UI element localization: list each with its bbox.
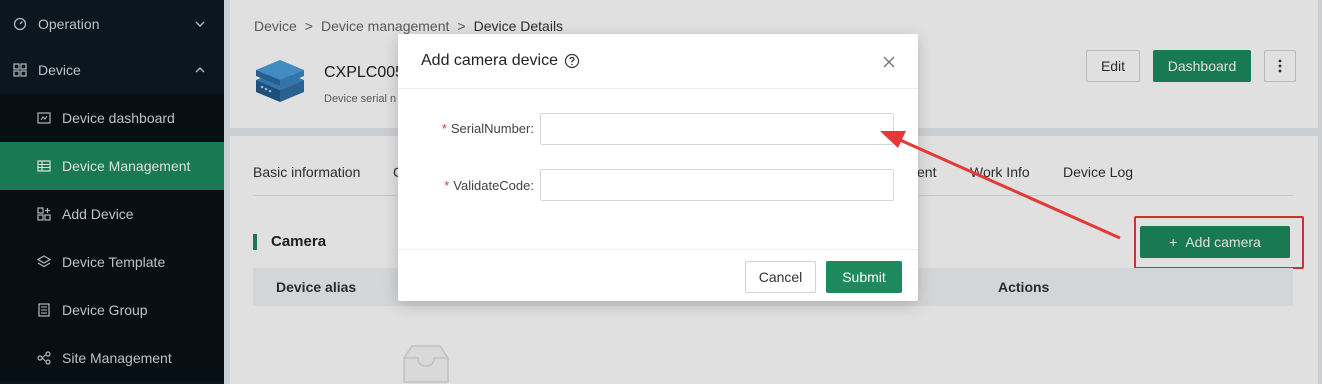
required-marker: * [441,121,447,136]
validate-code-input[interactable] [540,169,894,201]
cancel-button[interactable]: Cancel [745,261,816,293]
add-camera-dialog: Add camera device * SerialNumber: * Valida… [398,34,918,301]
required-marker: * [444,178,450,193]
close-icon[interactable] [881,54,897,70]
serial-number-label: * SerialNumber: [441,121,534,136]
dialog-title: Add camera device [421,52,580,70]
submit-button[interactable]: Submit [826,261,902,293]
dialog-footer: Cancel Submit [398,249,918,301]
dialog-header: Add camera device [398,34,918,89]
help-icon[interactable] [564,53,580,69]
validate-code-label: * ValidateCode: [444,178,534,193]
serial-number-input[interactable] [540,113,894,145]
dialog-title-text: Add camera device [421,52,558,69]
